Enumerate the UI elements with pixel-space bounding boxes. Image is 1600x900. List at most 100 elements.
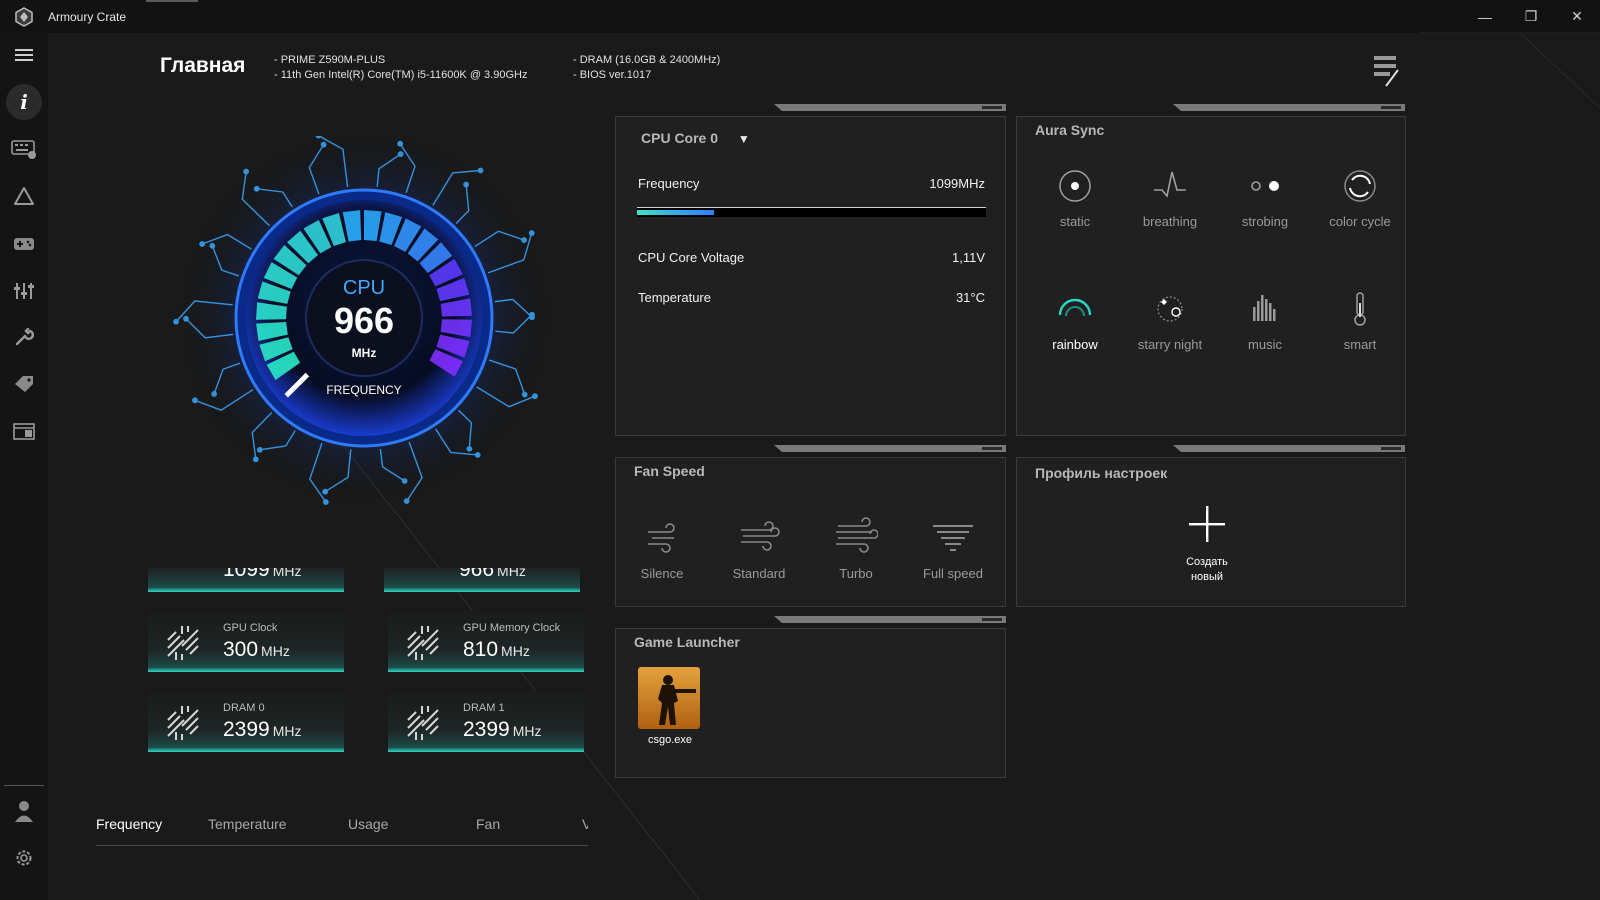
aura-smart[interactable]: smart	[1315, 289, 1405, 352]
frequency-value: 1099MHz	[929, 176, 985, 191]
panel-title: Профиль настроек	[1035, 465, 1168, 481]
temperature-label: Temperature	[638, 290, 711, 305]
aura-label: breathing	[1142, 214, 1198, 229]
tag-icon[interactable]	[0, 364, 48, 404]
plus-icon	[1189, 506, 1225, 542]
aura-static[interactable]: static	[1030, 166, 1120, 229]
create-profile-button[interactable]: Создать новый	[1167, 504, 1247, 585]
frequency-bar	[637, 207, 986, 217]
breathing-icon	[1154, 171, 1186, 198]
metric-value: 1099 MHz	[223, 568, 302, 581]
clock-chip-icon	[167, 706, 199, 740]
music-icon	[1253, 295, 1276, 321]
restore-button[interactable]: ❐	[1508, 0, 1554, 33]
circuit-node	[322, 499, 329, 505]
panel-tab-bar	[774, 104, 1006, 111]
aura-label: rainbow	[1052, 337, 1098, 352]
aura-starry-night[interactable]: starry night	[1125, 289, 1215, 352]
panel-title: Fan Speed	[634, 463, 705, 479]
clock-chip-icon	[167, 626, 199, 660]
wrench-icon[interactable]	[0, 317, 48, 357]
tab-frequency[interactable]: Frequency	[96, 816, 162, 832]
circuit-node	[403, 498, 410, 505]
circuit-node	[209, 242, 216, 249]
aura-label: color cycle	[1329, 214, 1391, 229]
aura-icon[interactable]	[0, 176, 48, 216]
frequency-bar-fill	[637, 210, 714, 215]
edit-layout-icon[interactable]	[1372, 54, 1402, 88]
metric-tile: 966 MHz	[384, 568, 580, 592]
game-launcher-panel: Game Launcher csgo.exe	[615, 628, 1006, 778]
circuit-node	[211, 391, 218, 397]
aura-label: starry night	[1137, 337, 1203, 352]
cpu-core-selector[interactable]: CPU Core 0 ▼	[641, 130, 750, 146]
circuit-node	[466, 445, 473, 452]
title-bar: Armoury Crate — ❐ ✕	[0, 0, 1600, 33]
bios-info: - BIOS ver.1017	[573, 69, 652, 81]
clock-chip-icon	[407, 706, 439, 740]
dram0-tile: DRAM 0 2399 MHz	[148, 690, 344, 752]
tab-fan[interactable]: Fan	[476, 816, 500, 832]
keyboard-icon[interactable]	[0, 129, 48, 169]
aura-label: strobing	[1241, 214, 1289, 229]
aura-strobing[interactable]: strobing	[1220, 166, 1310, 229]
circuit-node	[463, 181, 469, 188]
circuit-node	[474, 452, 481, 458]
panel-title: Game Launcher	[634, 634, 740, 650]
fan-standard[interactable]: Standard	[713, 514, 805, 581]
game-item[interactable]: csgo.exe	[638, 667, 702, 746]
fan-turbo[interactable]: Turbo	[810, 514, 902, 581]
full-speed-wind-icon	[933, 525, 973, 551]
monitor-icon[interactable]	[0, 411, 48, 451]
game-label: csgo.exe	[647, 734, 693, 746]
clock-chip-icon	[407, 626, 439, 660]
voltage-row: CPU Core Voltage 1,11V	[638, 250, 985, 265]
starry-night-icon	[1157, 296, 1183, 322]
metric-value: 966 MHz	[459, 568, 526, 581]
app-title: Armoury Crate	[48, 9, 127, 24]
window-tab-indicator	[146, 0, 198, 2]
circuit-node	[521, 391, 528, 398]
menu-icon[interactable]	[0, 35, 48, 75]
circuit-node	[320, 141, 327, 148]
side-navigation: i	[0, 33, 48, 900]
circuit-node	[322, 488, 329, 495]
aura-breathing[interactable]: breathing	[1125, 166, 1215, 229]
nav-home-info-icon[interactable]: i	[0, 82, 48, 122]
aura-label: static	[1059, 214, 1091, 229]
gamepad-icon[interactable]	[0, 223, 48, 263]
tab-voltage[interactable]: V	[582, 816, 588, 832]
cpu-info: - 11th Gen Intel(R) Core(TM) i5-11600K @…	[274, 69, 528, 81]
equalizer-icon[interactable]	[0, 271, 48, 311]
temperature-value: 31°C	[955, 290, 985, 305]
fan-label: Turbo	[839, 566, 873, 581]
app-logo-icon	[0, 0, 48, 33]
circuit-node	[521, 237, 527, 243]
aura-music[interactable]: music	[1220, 289, 1310, 352]
circuit-node	[397, 140, 404, 147]
gauge-unit: MHz	[352, 346, 377, 360]
gauge-value: 966	[334, 300, 394, 341]
settings-icon[interactable]	[0, 838, 48, 878]
fan-full-speed[interactable]: Full speed	[907, 514, 999, 581]
tab-usage[interactable]: Usage	[348, 816, 388, 832]
user-icon[interactable]	[0, 791, 48, 831]
circuit-node	[532, 393, 538, 400]
minimize-button[interactable]: —	[1462, 0, 1508, 33]
standard-wind-icon	[741, 521, 780, 551]
frequency-label: Frequency	[638, 176, 700, 191]
tiles-scroll-area[interactable]: 1099 MHz 966 MHz	[140, 568, 600, 592]
tab-temperature[interactable]: Temperature	[208, 816, 287, 832]
fan-label: Standard	[732, 566, 786, 581]
metric-value: 2399 MHz	[463, 718, 542, 741]
cpu-frequency-gauge: CPU 966 MHz FREQUENCY	[168, 128, 568, 511]
aura-rainbow[interactable]: rainbow	[1030, 289, 1120, 352]
aura-color-cycle[interactable]: color cycle	[1315, 166, 1405, 229]
static-icon	[1059, 170, 1091, 202]
fan-silence[interactable]: Silence	[616, 514, 708, 581]
turbo-wind-icon	[836, 517, 878, 553]
circuit-node	[192, 397, 198, 404]
circuit-node	[528, 230, 535, 236]
silence-wind-icon	[648, 523, 675, 553]
close-button[interactable]: ✕	[1554, 0, 1600, 33]
